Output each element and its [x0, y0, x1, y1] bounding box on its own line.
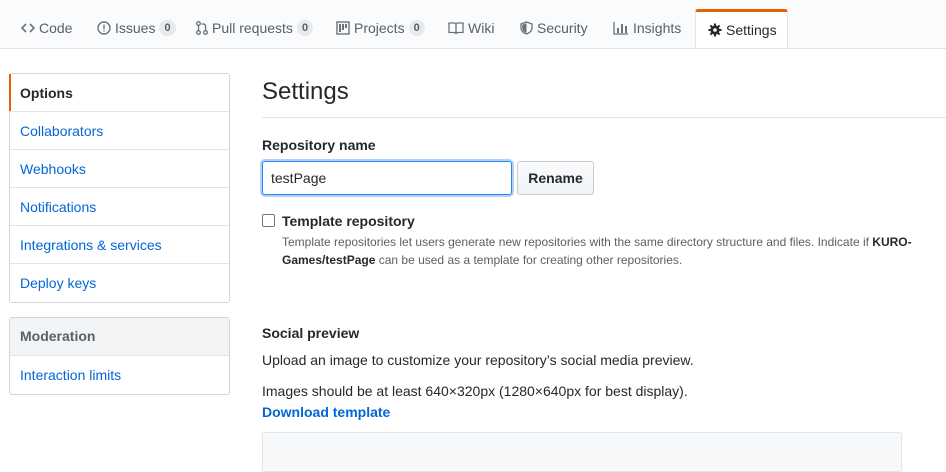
issue-icon: [97, 21, 111, 35]
note-text: can be used as a template for creating o…: [375, 253, 683, 267]
social-preview-description: Upload an image to customize your reposi…: [262, 352, 694, 368]
social-preview-heading: Social preview: [262, 325, 360, 341]
social-preview-size-hint: Images should be at least 640×320px (128…: [262, 383, 688, 399]
moderation-heading: Moderation: [10, 318, 229, 356]
rename-button[interactable]: Rename: [517, 161, 594, 195]
sidebar-item-deploy-keys[interactable]: Deploy keys: [10, 264, 229, 302]
repository-name-label: Repository name: [262, 137, 376, 153]
note-text: Template repositories let users generate…: [282, 235, 873, 249]
pull-request-icon: [196, 21, 208, 35]
tab-label: Code: [39, 20, 73, 36]
sidebar-item-collaborators[interactable]: Collaborators: [10, 112, 229, 150]
tab-label: Insights: [633, 20, 682, 36]
tab-label: Security: [537, 20, 588, 36]
tab-label: Pull requests: [212, 20, 293, 36]
tab-insights[interactable]: Insights: [613, 9, 681, 47]
tab-wiki[interactable]: Wiki: [448, 9, 494, 47]
repo-tab-nav: Code Issues 0 Pull requests 0 Projects 0…: [0, 0, 946, 49]
page-title: Settings: [262, 78, 349, 105]
issues-count: 0: [159, 20, 176, 36]
template-repository-note: Template repositories let users generate…: [282, 233, 912, 269]
projects-count: 0: [408, 20, 425, 36]
social-preview-dropzone[interactable]: [262, 432, 902, 472]
tab-issues[interactable]: Issues 0: [97, 9, 176, 47]
tab-pull-requests[interactable]: Pull requests 0: [196, 9, 314, 47]
tab-security[interactable]: Security: [520, 9, 588, 47]
sidebar-item-integrations[interactable]: Integrations & services: [10, 226, 229, 264]
sidebar-item-notifications[interactable]: Notifications: [10, 188, 229, 226]
template-repository-checkbox[interactable]: [262, 214, 275, 227]
gear-icon: [708, 23, 722, 37]
code-icon: [21, 21, 35, 35]
repository-name-input[interactable]: [262, 161, 512, 195]
tab-code[interactable]: Code: [21, 9, 72, 47]
sidebar-item-interaction-limits[interactable]: Interaction limits: [10, 356, 229, 394]
moderation-sidebar-menu: Moderation Interaction limits: [9, 317, 230, 395]
tab-label: Wiki: [468, 20, 495, 36]
tab-settings[interactable]: Settings: [695, 9, 788, 48]
graph-icon: [613, 21, 629, 35]
tab-label: Issues: [115, 20, 156, 36]
book-icon: [448, 21, 464, 35]
sidebar-item-webhooks[interactable]: Webhooks: [10, 150, 229, 188]
tab-label: Settings: [726, 22, 777, 38]
project-icon: [336, 21, 350, 35]
title-divider: [262, 117, 946, 118]
pulls-count: 0: [296, 20, 314, 36]
sidebar-item-options[interactable]: Options: [9, 74, 229, 112]
tab-label: Projects: [354, 20, 405, 36]
download-template-link[interactable]: Download template: [262, 404, 390, 420]
template-repository-label[interactable]: Template repository: [282, 213, 415, 229]
shield-icon: [520, 21, 533, 35]
settings-sidebar-menu: Options Collaborators Webhooks Notificat…: [9, 73, 230, 303]
tab-projects[interactable]: Projects 0: [336, 9, 425, 47]
